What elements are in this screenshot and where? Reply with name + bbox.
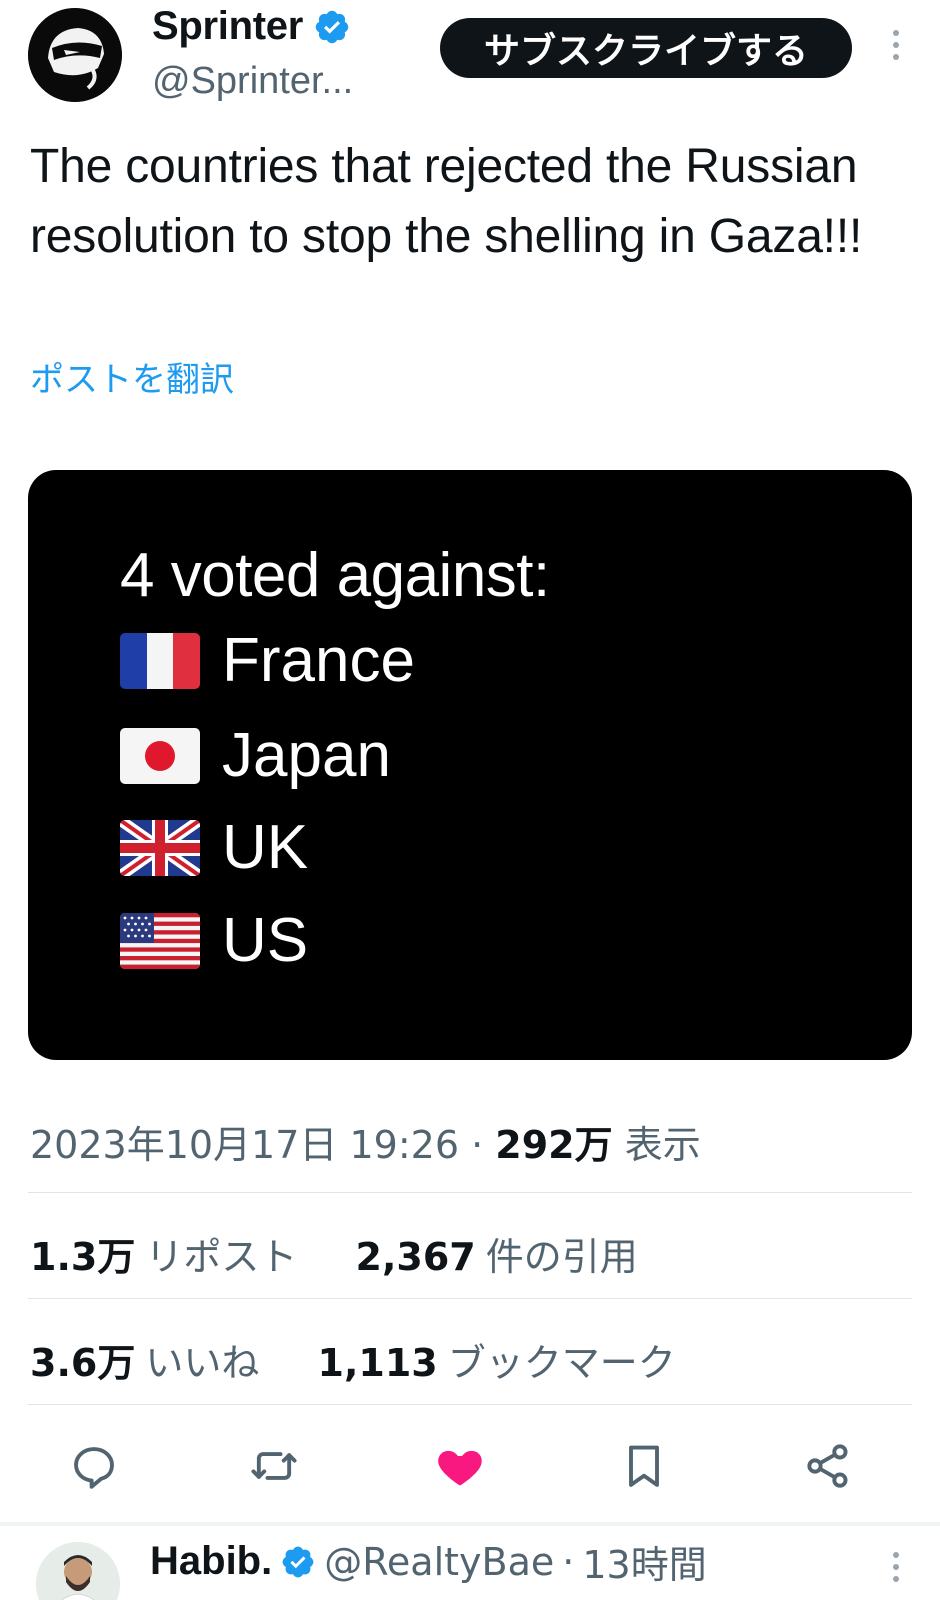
tweet-header: Sprinter @Sprinter... サブスクライブする [0, 0, 940, 110]
author-name-row: Sprinter [152, 4, 351, 49]
like-button[interactable] [434, 1440, 486, 1492]
bookmark-icon [629, 1445, 659, 1487]
views-count: 292万 [495, 1123, 613, 1167]
action-bar [0, 1418, 940, 1514]
likes-stat[interactable]: 3.6万 いいね [30, 1341, 259, 1385]
repost-button[interactable] [248, 1440, 300, 1492]
quotes-label: 件の引用 [485, 1235, 638, 1279]
country-name: Japan [222, 721, 391, 790]
more-options-icon[interactable] [890, 30, 902, 70]
france-flag-icon [120, 632, 200, 689]
reposts-count: 1.3万 [30, 1235, 136, 1279]
views-label: 表示 [624, 1123, 701, 1167]
uk-flag-icon [120, 819, 200, 876]
reply-author-name[interactable]: Habib. [150, 1539, 272, 1584]
quotes-count: 2,367 [355, 1235, 476, 1279]
like-icon [438, 1450, 482, 1486]
reply-button[interactable] [68, 1440, 120, 1492]
author-name[interactable]: Sprinter [152, 4, 303, 49]
bookmarks-label: ブックマーク [447, 1341, 676, 1385]
author-avatar[interactable] [28, 8, 122, 102]
reply-icon [74, 1447, 114, 1489]
country-item-france: France [120, 625, 415, 696]
japan-flag-icon [120, 727, 200, 784]
media-title: 4 voted against: [120, 541, 550, 610]
stats-row-likes: 3.6万 いいね 1,113 ブックマーク [30, 1332, 676, 1387]
reply-header: Habib. @RealtyBae · 13時間 [150, 1534, 707, 1589]
reply-author-handle[interactable]: @RealtyBae [324, 1540, 554, 1584]
country-item-us: US [120, 905, 308, 976]
reply-author-avatar[interactable] [36, 1542, 120, 1600]
country-name: US [222, 906, 309, 975]
tweet-datetime[interactable]: 2023年10月17日 19:26 [30, 1123, 459, 1167]
tweet-meta: 2023年10月17日 19:26 · 292万 表示 [30, 1114, 701, 1169]
bookmarks-count: 1,113 [317, 1341, 438, 1385]
share-icon [807, 1444, 848, 1488]
bookmark-button[interactable] [618, 1440, 670, 1492]
author-handle[interactable]: @Sprinter... [152, 60, 353, 103]
tweet-text: The countries that rejected the Russian … [30, 140, 863, 263]
tweet-media-image[interactable]: 4 voted against: France Japan UK US [28, 470, 912, 1060]
reply-time[interactable]: 13時間 [582, 1534, 706, 1589]
bookmarks-stat[interactable]: 1,113 ブックマーク [318, 1341, 676, 1385]
meta-separator: · [471, 1123, 484, 1167]
reply-item[interactable]: Habib. @RealtyBae · 13時間 [0, 1526, 940, 1600]
share-button[interactable] [802, 1440, 854, 1492]
reposts-stat[interactable]: 1.3万 リポスト [30, 1235, 297, 1279]
divider [28, 1192, 912, 1193]
country-item-uk: UK [120, 812, 308, 883]
country-name: France [222, 626, 415, 695]
us-flag-icon [120, 912, 200, 969]
likes-count: 3.6万 [30, 1341, 136, 1385]
verified-badge-icon [282, 1546, 314, 1577]
reply-separator: · [562, 1539, 575, 1584]
stats-row-reposts: 1.3万 リポスト 2,367 件の引用 [30, 1226, 638, 1281]
ninja-avatar-icon [28, 8, 122, 102]
country-name: UK [222, 813, 309, 882]
country-item-japan: Japan [120, 720, 391, 791]
divider [28, 1298, 912, 1299]
person-avatar-icon [36, 1542, 120, 1600]
divider [28, 1404, 912, 1405]
repost-icon [251, 1452, 297, 1480]
likes-label: いいね [145, 1341, 260, 1385]
subscribe-button[interactable]: サブスクライブする [440, 18, 852, 78]
verified-badge-icon [315, 10, 349, 43]
quotes-stat[interactable]: 2,367 件の引用 [356, 1235, 638, 1279]
translate-post-link[interactable]: ポストを翻訳 [30, 352, 234, 401]
reply-more-options-icon[interactable] [890, 1552, 902, 1592]
reposts-label: リポスト [145, 1235, 298, 1279]
